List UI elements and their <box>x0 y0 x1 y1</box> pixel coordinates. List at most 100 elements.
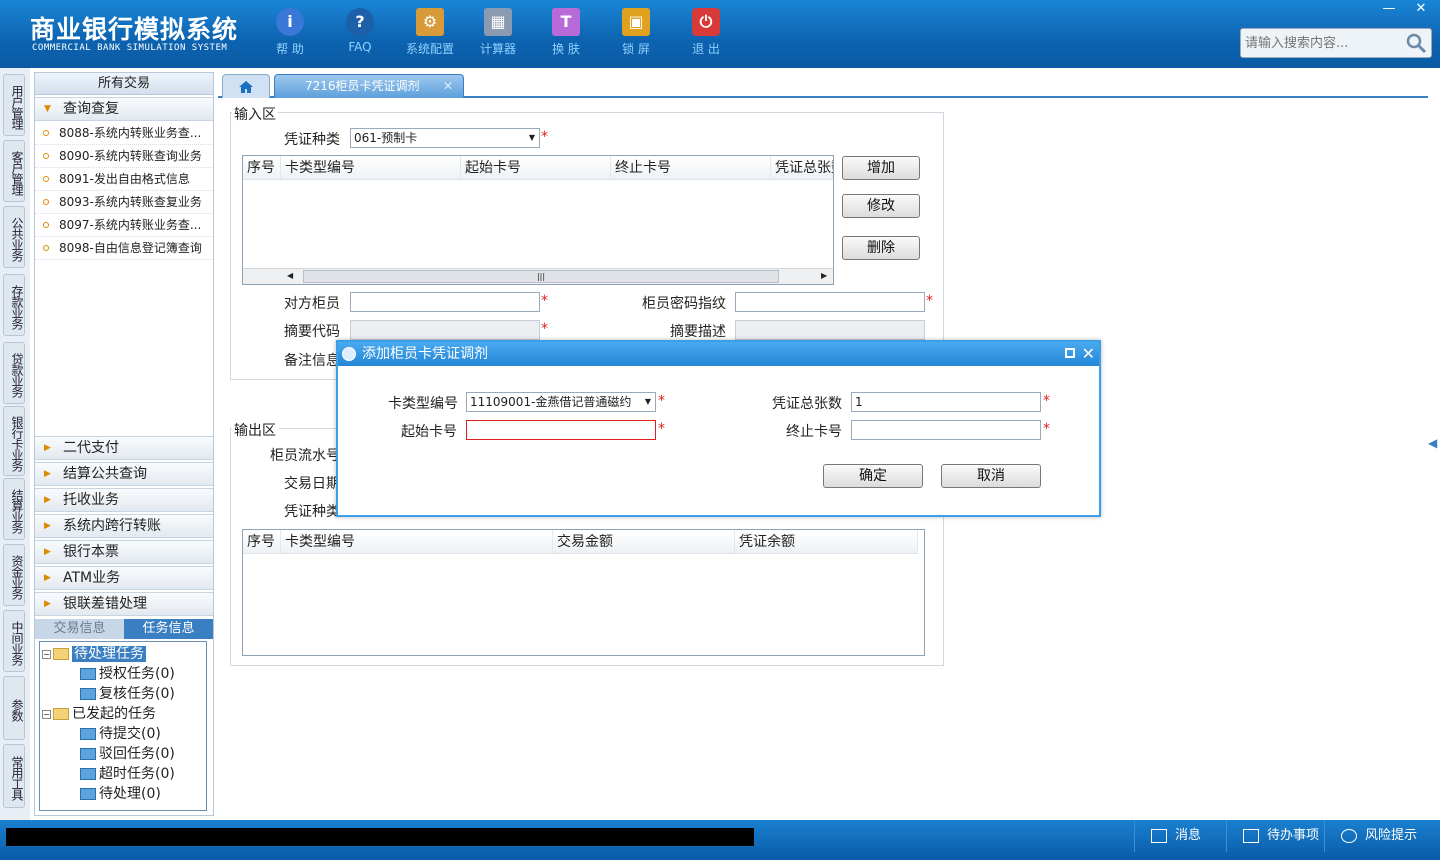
tree-node-to-submit[interactable]: 待提交(0) <box>80 724 161 744</box>
tree-node-rejected[interactable]: 驳回任务(0) <box>80 744 175 764</box>
menu-item-8091[interactable]: 8091-发出自由格式信息 <box>35 168 213 191</box>
menu-group-unionpay-error[interactable]: ▶ 银联差错处理 <box>35 592 213 616</box>
menu-item-8097[interactable]: 8097-系统内转账业务查... <box>35 214 213 237</box>
lock-screen-button[interactable]: ▣ 锁 屏 <box>606 8 666 62</box>
vtab-user-management[interactable]: 用户管理 <box>3 74 25 136</box>
delete-button[interactable]: 删除 <box>842 236 920 260</box>
skin-button[interactable]: T 换 肤 <box>536 8 596 62</box>
task-icon <box>80 668 96 680</box>
summary-code-input[interactable] <box>350 320 540 340</box>
vtab-loan-business[interactable]: 贷款业务 <box>3 342 25 404</box>
menu-item-8090[interactable]: 8090-系统内转账查询业务 <box>35 145 213 168</box>
vtab-bank-card-business[interactable]: 银行卡业务 <box>3 406 25 476</box>
menu-item-8088[interactable]: 8088-系统内转账业务查... <box>35 122 213 145</box>
menu-group-second-gen-payment[interactable]: ▶ 二代支付 <box>35 436 213 460</box>
scroll-thumb[interactable]: ||| <box>303 270 779 283</box>
task-icon <box>80 748 96 760</box>
tree-node-auth-tasks[interactable]: 授权任务(0) <box>80 664 175 684</box>
bullet-icon <box>43 222 49 228</box>
maximize-icon[interactable] <box>1065 348 1075 358</box>
minimize-button[interactable]: — <box>1374 0 1404 18</box>
voucher-type-select[interactable]: 061-预制卡 ▼ <box>350 128 540 148</box>
todo-button[interactable]: 待办事项 <box>1226 820 1324 852</box>
tree-node-to-process[interactable]: 待处理(0) <box>80 784 161 804</box>
scroll-right-icon[interactable]: ▶ <box>821 271 827 280</box>
menu-group-query[interactable]: ▼ 查询查复 <box>35 97 213 121</box>
vtab-customer-management[interactable]: 客户管理 <box>3 140 25 202</box>
vtab-parameters[interactable]: 参数 <box>3 676 25 740</box>
power-icon: ⏻ <box>692 8 720 36</box>
help-button[interactable]: i 帮 助 <box>260 8 320 62</box>
col-total: 凭证总张数 <box>771 156 833 180</box>
menu-group-settlement-query[interactable]: ▶ 结算公共查询 <box>35 462 213 486</box>
teller-password-input[interactable] <box>735 292 925 312</box>
all-transactions-header[interactable]: 所有交易 <box>35 73 213 95</box>
collapse-toggle-icon[interactable]: − <box>42 709 51 719</box>
side-collapse-icon[interactable]: ◀ <box>1428 436 1437 450</box>
dropdown-arrow-icon: ▼ <box>528 133 535 142</box>
voucher-total-input[interactable]: 1 <box>851 392 1041 412</box>
collapse-toggle-icon[interactable]: − <box>42 649 51 659</box>
col-card-type: 卡类型编号 <box>281 530 553 554</box>
header-bar: 商业银行模拟系统 COMMERCIAL BANK SIMULATION SYST… <box>0 0 1440 68</box>
summary-code-label: 摘要代码 <box>284 324 340 340</box>
close-icon[interactable]: ✕ <box>1082 342 1095 366</box>
messages-button[interactable]: 消息 <box>1134 820 1226 852</box>
edit-button[interactable]: 修改 <box>842 194 920 218</box>
vtab-settlement-business[interactable]: 结算业务 <box>3 478 25 540</box>
menu-item-8098[interactable]: 8098-自由信息登记簿查询 <box>35 237 213 260</box>
cancel-button[interactable]: 取消 <box>941 464 1041 488</box>
tab-task-info[interactable]: 任务信息 <box>124 619 213 639</box>
col-amount: 交易金额 <box>553 530 735 554</box>
tree-node-initiated-tasks[interactable]: − 已发起的任务 <box>42 704 156 724</box>
horizontal-scrollbar[interactable]: ◀ ||| ▶ <box>243 268 833 284</box>
add-button[interactable]: 增加 <box>842 156 920 180</box>
system-config-button[interactable]: ⚙ 系统配置 <box>400 8 460 62</box>
end-card-input[interactable] <box>851 420 1041 440</box>
add-voucher-dialog: 添加柜员卡凭证调剂 ✕ 卡类型编号 11109001-金燕借记普通磁约 ▼ * … <box>336 340 1101 517</box>
collapsed-arrow-icon: ▶ <box>44 547 51 557</box>
exit-button[interactable]: ⏻ 退 出 <box>676 8 736 62</box>
serial-label: 柜员流水号 <box>270 448 340 464</box>
tree-node-review-tasks[interactable]: 复核任务(0) <box>80 684 175 704</box>
vtab-common-tools[interactable]: 常用工具 <box>3 744 25 808</box>
col-seq: 序号 <box>243 530 281 554</box>
tree-node-pending-tasks[interactable]: − 待处理任务 <box>42 644 146 664</box>
menu-group-collection[interactable]: ▶ 托收业务 <box>35 488 213 512</box>
dialog-title-bar[interactable]: 添加柜员卡凭证调剂 ✕ <box>338 342 1099 366</box>
faq-icon: ? <box>346 8 374 36</box>
scroll-left-icon[interactable]: ◀ <box>287 271 293 280</box>
summary-desc-input[interactable] <box>735 320 925 340</box>
tree-node-timeout[interactable]: 超时任务(0) <box>80 764 175 784</box>
faq-button[interactable]: ? FAQ <box>330 8 390 62</box>
input-section-legend: 输入区 <box>232 104 278 124</box>
calculator-icon: ▦ <box>484 8 512 36</box>
end-card-label: 终止卡号 <box>786 424 842 440</box>
info-icon: i <box>276 8 304 36</box>
close-tab-icon[interactable]: ✕ <box>443 75 453 97</box>
menu-group-interbank-transfer[interactable]: ▶ 系统内跨行转账 <box>35 514 213 538</box>
menu-item-8093[interactable]: 8093-系统内转账查复业务 <box>35 191 213 214</box>
teller-password-label: 柜员密码指纹 <box>642 296 726 312</box>
calculator-button[interactable]: ▦ 计算器 <box>468 8 528 62</box>
mail-icon <box>1151 828 1167 843</box>
dropdown-arrow-icon: ▼ <box>644 393 651 411</box>
vtab-intermediate-business[interactable]: 中间业务 <box>3 610 25 672</box>
tab-7216[interactable]: 7216柜员卡凭证调剂 ✕ <box>274 74 464 98</box>
menu-group-bank-draft[interactable]: ▶ 银行本票 <box>35 540 213 564</box>
vtab-fund-business[interactable]: 资金业务 <box>3 544 25 606</box>
risk-alert-button[interactable]: 风险提示 <box>1324 820 1440 852</box>
vtab-deposit-business[interactable]: 存款业务 <box>3 274 25 336</box>
vtab-public-business[interactable]: 公共业务 <box>3 206 25 268</box>
close-window-button[interactable]: ✕ <box>1406 0 1436 18</box>
tshirt-icon: T <box>552 8 580 36</box>
tab-home[interactable] <box>222 74 270 98</box>
card-type-select[interactable]: 11109001-金燕借记普通磁约 ▼ <box>466 392 656 412</box>
peer-teller-input[interactable] <box>350 292 540 312</box>
menu-group-atm[interactable]: ▶ ATM业务 <box>35 566 213 590</box>
search-icon[interactable] <box>1405 32 1427 54</box>
tab-transaction-info[interactable]: 交易信息 <box>35 619 124 639</box>
start-card-input[interactable] <box>466 420 656 440</box>
search-input[interactable] <box>1241 29 1401 57</box>
confirm-button[interactable]: 确定 <box>823 464 923 488</box>
